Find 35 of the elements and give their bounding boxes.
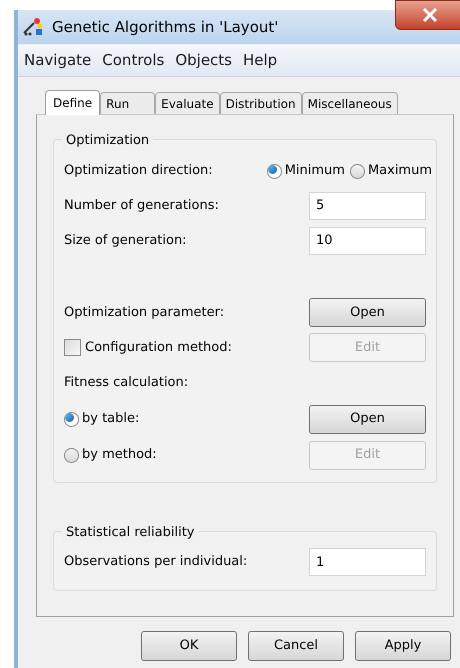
menu-item[interactable]: Objects: [175, 49, 232, 72]
button[interactable]: Open: [309, 298, 426, 327]
radio-label: by method:: [82, 446, 157, 464]
checkbox-label: Configuration method:: [85, 338, 232, 357]
window-title: Genetic Algorithms in 'Layout': [52, 16, 278, 38]
input-field[interactable]: 5: [309, 192, 426, 220]
radio-label: Minimum: [284, 162, 345, 180]
dialog-button[interactable]: Cancel: [248, 631, 344, 661]
radio-button[interactable]: [266, 164, 282, 178]
dialog-button[interactable]: Apply: [355, 631, 451, 661]
tab[interactable]: Evaluate: [155, 92, 220, 114]
app-icon: [22, 17, 44, 37]
field-label: Optimization direction:: [64, 162, 213, 180]
dialog-button[interactable]: OK: [141, 631, 237, 661]
input-field[interactable]: 1: [309, 548, 426, 576]
radio-button[interactable]: [350, 164, 365, 178]
menu-item[interactable]: Help: [243, 49, 278, 72]
radio-button[interactable]: [64, 412, 79, 426]
input-field[interactable]: 10: [309, 226, 426, 254]
close-button[interactable]: [395, 0, 460, 30]
field-label: Optimization parameter:: [64, 304, 224, 322]
tab[interactable]: Distribution: [220, 92, 302, 114]
field-label: Fitness calculation:: [64, 374, 188, 392]
tab[interactable]: Miscellaneous: [302, 92, 398, 114]
menu-item[interactable]: Controls: [102, 49, 164, 72]
close-icon: [422, 8, 438, 22]
radio-label: Maximum: [368, 162, 432, 180]
tab[interactable]: Run: [100, 92, 156, 114]
radio-label: by table:: [82, 410, 140, 428]
field-label: Size of generation:: [64, 232, 187, 250]
tab[interactable]: Define: [45, 90, 100, 115]
menu-item[interactable]: Navigate: [24, 49, 92, 72]
button[interactable]: Open: [309, 404, 426, 434]
field-label: Observations per individual:: [64, 553, 248, 572]
field-label: Number of generations:: [64, 196, 219, 215]
